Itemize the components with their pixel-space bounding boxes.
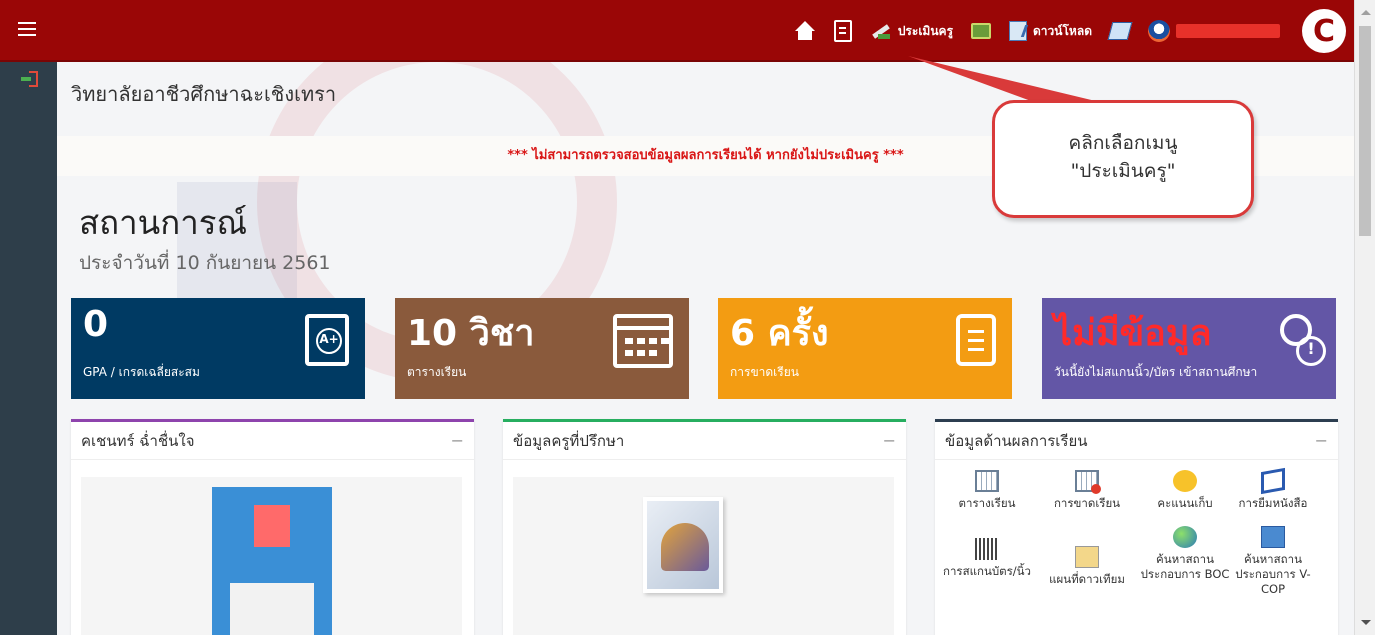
book-icon: [1107, 22, 1133, 40]
menu-item-label: ตารางเรียน: [958, 496, 1016, 510]
stat-absence-caption: การขาดเรียน: [730, 365, 799, 379]
menu-item-boc[interactable]: ค้นหาสถานประกอบการ BOC: [1139, 526, 1231, 582]
nav-manual[interactable]: [1107, 22, 1133, 40]
panel-results-title: ข้อมูลด้านผลการเรียน: [945, 432, 1088, 450]
menu-item-scores[interactable]: คะแนนเก็บ: [1139, 470, 1231, 511]
sidebar: [0, 62, 57, 635]
stat-scan-caption: วันนี้ยังไม่สแกนนิ้ว/บัตร เข้าสถานศึกษา: [1054, 365, 1258, 379]
stat-absence[interactable]: 6 ครั้ง การขาดเรียน: [718, 298, 1012, 399]
menu-item-library[interactable]: การยืมหนังสือ: [1227, 467, 1319, 511]
menu-toggle-icon[interactable]: [18, 22, 36, 38]
nav-download-label: ดาวน์โหลด: [1033, 23, 1092, 38]
panel-student: คเชนทร์ ฉ่ำชื่นใจ −: [71, 419, 474, 635]
scroll-thumb[interactable]: [1359, 26, 1371, 236]
nav-right-group: ประเมินครู ดาวน์โหลด C: [794, 0, 1354, 62]
nav-download[interactable]: ดาวน์โหลด: [1009, 21, 1092, 41]
menu-item-vcop[interactable]: ค้นหาสถานประกอบการ V-COP: [1227, 526, 1319, 597]
stat-scan[interactable]: ไม่มีข้อมูล วันนี้ยังไม่สแกนนิ้ว/บัตร เข…: [1042, 298, 1336, 399]
calendar-icon: [975, 470, 999, 492]
nav-chip[interactable]: [971, 23, 992, 39]
minimize-button[interactable]: −: [451, 422, 464, 460]
nav-documents[interactable]: [833, 20, 852, 42]
menu-item-schedule[interactable]: ตารางเรียน: [941, 470, 1033, 511]
menu-item-satellite-map[interactable]: แผนที่ดาวเทียม: [1041, 546, 1133, 587]
nav-home[interactable]: [794, 21, 816, 41]
panel-advisor-title: ข้อมูลครูที่ปรึกษา: [513, 432, 625, 450]
calendar-absent-icon: [1075, 470, 1101, 494]
book-icon: [1261, 467, 1285, 495]
nav-evaluate-label: ประเมินครู: [897, 23, 954, 38]
nav-evaluate-teacher[interactable]: ประเมินครู: [870, 22, 953, 41]
school-name: วิทยาลัยอาชีวศึกษาฉะเชิงเทรา: [71, 82, 337, 106]
globe-icon: [1173, 526, 1197, 548]
smiley-icon: [1173, 470, 1197, 492]
annotation-line-1: คลิกเลือกเมนู: [1068, 132, 1178, 154]
chip-icon: [971, 23, 992, 39]
page-scrollbar[interactable]: [1354, 0, 1375, 635]
menu-item-scan[interactable]: การสแกนบัตร/นิ้ว: [941, 538, 1033, 579]
panel-student-title: คเชนทร์ ฉ่ำชื่นใจ: [81, 432, 195, 450]
touch-alert-icon: [1274, 314, 1326, 370]
page-title: สถานการณ์: [79, 203, 248, 242]
download-icon: [1009, 21, 1028, 41]
student-photo: [212, 487, 332, 635]
menu-item-label: การสแกนบัตร/นิ้ว: [943, 564, 1031, 578]
menu-item-label: การขาดเรียน: [1053, 496, 1121, 510]
stat-scan-value: ไม่มีข้อมูล: [1054, 313, 1212, 354]
stat-gpa-value: 0: [83, 304, 109, 345]
panel-advisor: ข้อมูลครูที่ปรึกษา −: [503, 419, 906, 635]
menu-item-label: การยืมหนังสือ: [1238, 496, 1308, 510]
brand-logo: C: [1302, 9, 1346, 53]
menu-item-label: ค้นหาสถานประกอบการ V-COP: [1235, 552, 1311, 596]
calendar-icon: [613, 314, 673, 368]
stat-schedule-caption: ตารางเรียน: [407, 365, 467, 379]
minimize-button[interactable]: −: [1315, 422, 1328, 460]
panel-advisor-body: [513, 477, 894, 635]
menu-item-label: ค้นหาสถานประกอบการ BOC: [1140, 552, 1230, 581]
stat-absence-value: 6 ครั้ง: [730, 313, 829, 354]
annotation-callout: คลิกเลือกเมนู "ประเมินครู": [992, 100, 1254, 218]
panel-student-header: คเชนทร์ ฉ่ำชื่นใจ −: [71, 422, 474, 460]
stat-gpa-caption: GPA / เกรดเฉลี่ยสะสม: [83, 365, 200, 379]
stat-gpa[interactable]: 0 GPA / เกรดเฉลี่ยสะสม: [71, 298, 365, 399]
menu-item-absence[interactable]: การขาดเรียน: [1041, 470, 1133, 511]
user-name-redacted: [1176, 24, 1280, 38]
scroll-down-icon[interactable]: [1361, 620, 1371, 625]
evaluate-icon: [870, 22, 892, 40]
nav-user[interactable]: [1148, 20, 1280, 42]
building-icon: [1261, 526, 1285, 548]
panel-advisor-header: ข้อมูลครูที่ปรึกษา −: [503, 422, 906, 460]
stat-schedule[interactable]: 10 วิชา ตารางเรียน: [395, 298, 689, 399]
panel-results: ข้อมูลด้านผลการเรียน − ตารางเรียน การขาด…: [935, 419, 1338, 635]
minimize-button[interactable]: −: [883, 422, 896, 460]
barcode-icon: [975, 538, 999, 560]
avatar: [1148, 20, 1170, 42]
home-icon: [794, 21, 816, 41]
scroll-up-icon[interactable]: [1361, 10, 1371, 15]
advisor-photo-placeholder: [643, 497, 723, 593]
menu-item-label: แผนที่ดาวเทียม: [1049, 572, 1125, 586]
document-icon: [833, 20, 852, 42]
top-navbar: ประเมินครู ดาวน์โหลด C: [0, 0, 1354, 62]
menu-item-label: คะแนนเก็บ: [1157, 496, 1213, 510]
panel-student-body: [81, 477, 462, 635]
logout-icon[interactable]: [21, 71, 39, 87]
stat-schedule-value: 10 วิชา: [407, 313, 535, 354]
annotation-line-2: "ประเมินครู": [1070, 160, 1176, 182]
grade-icon: [305, 314, 349, 366]
page-date: ประจำวันที่ 10 กันยายน 2561: [79, 252, 331, 274]
panel-results-header: ข้อมูลด้านผลการเรียน −: [935, 422, 1338, 460]
clipboard-icon: [956, 314, 996, 366]
map-icon: [1075, 546, 1099, 568]
